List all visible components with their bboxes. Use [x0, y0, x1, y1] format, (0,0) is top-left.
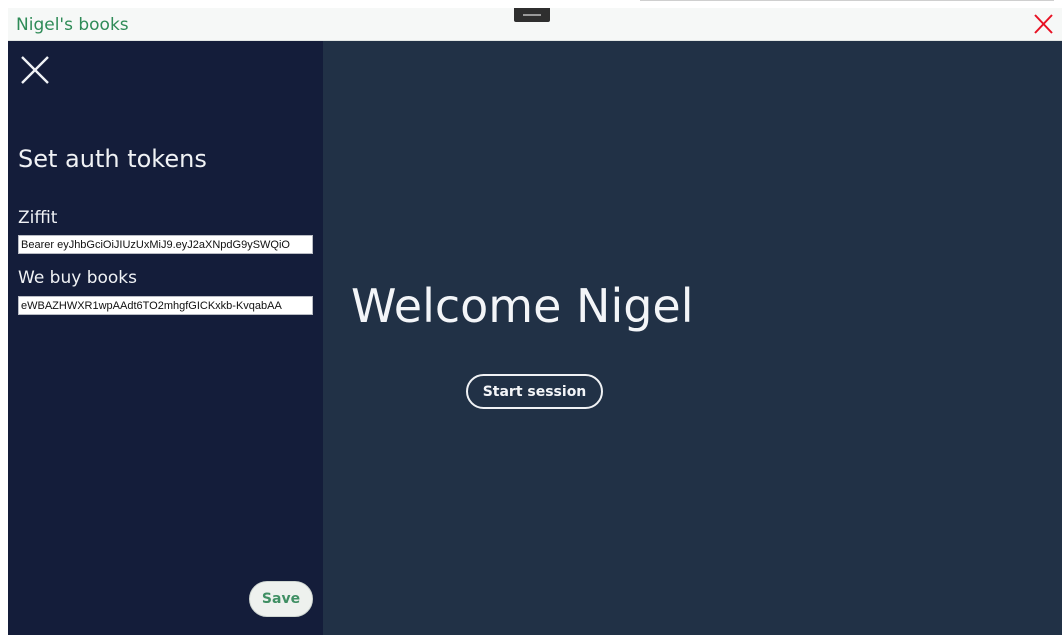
save-button[interactable]: Save [249, 581, 313, 617]
ziffit-token-input[interactable] [18, 235, 313, 254]
we-buy-books-label: We buy books [18, 268, 137, 288]
main-panel: Welcome Nigel Start session [323, 41, 1062, 635]
title-bar[interactable]: Nigel's books [8, 8, 1062, 41]
ziffit-label: Ziffit [18, 208, 58, 228]
app-window: Nigel's books Set auth tokens Ziffit We … [8, 8, 1062, 635]
auth-sidebar: Set auth tokens Ziffit We buy books Save [8, 41, 323, 635]
close-icon [21, 56, 49, 84]
window-close-button[interactable] [1030, 12, 1056, 36]
top-edge-line [640, 0, 1054, 1]
drag-handle[interactable] [514, 8, 550, 22]
sidebar-close-button[interactable] [20, 55, 50, 85]
sidebar-heading: Set auth tokens [18, 145, 207, 173]
close-icon [1034, 14, 1053, 34]
start-session-button[interactable]: Start session [466, 374, 603, 409]
welcome-heading: Welcome Nigel [351, 279, 694, 333]
we-buy-books-token-input[interactable] [18, 296, 313, 315]
window-title: Nigel's books [16, 15, 129, 35]
